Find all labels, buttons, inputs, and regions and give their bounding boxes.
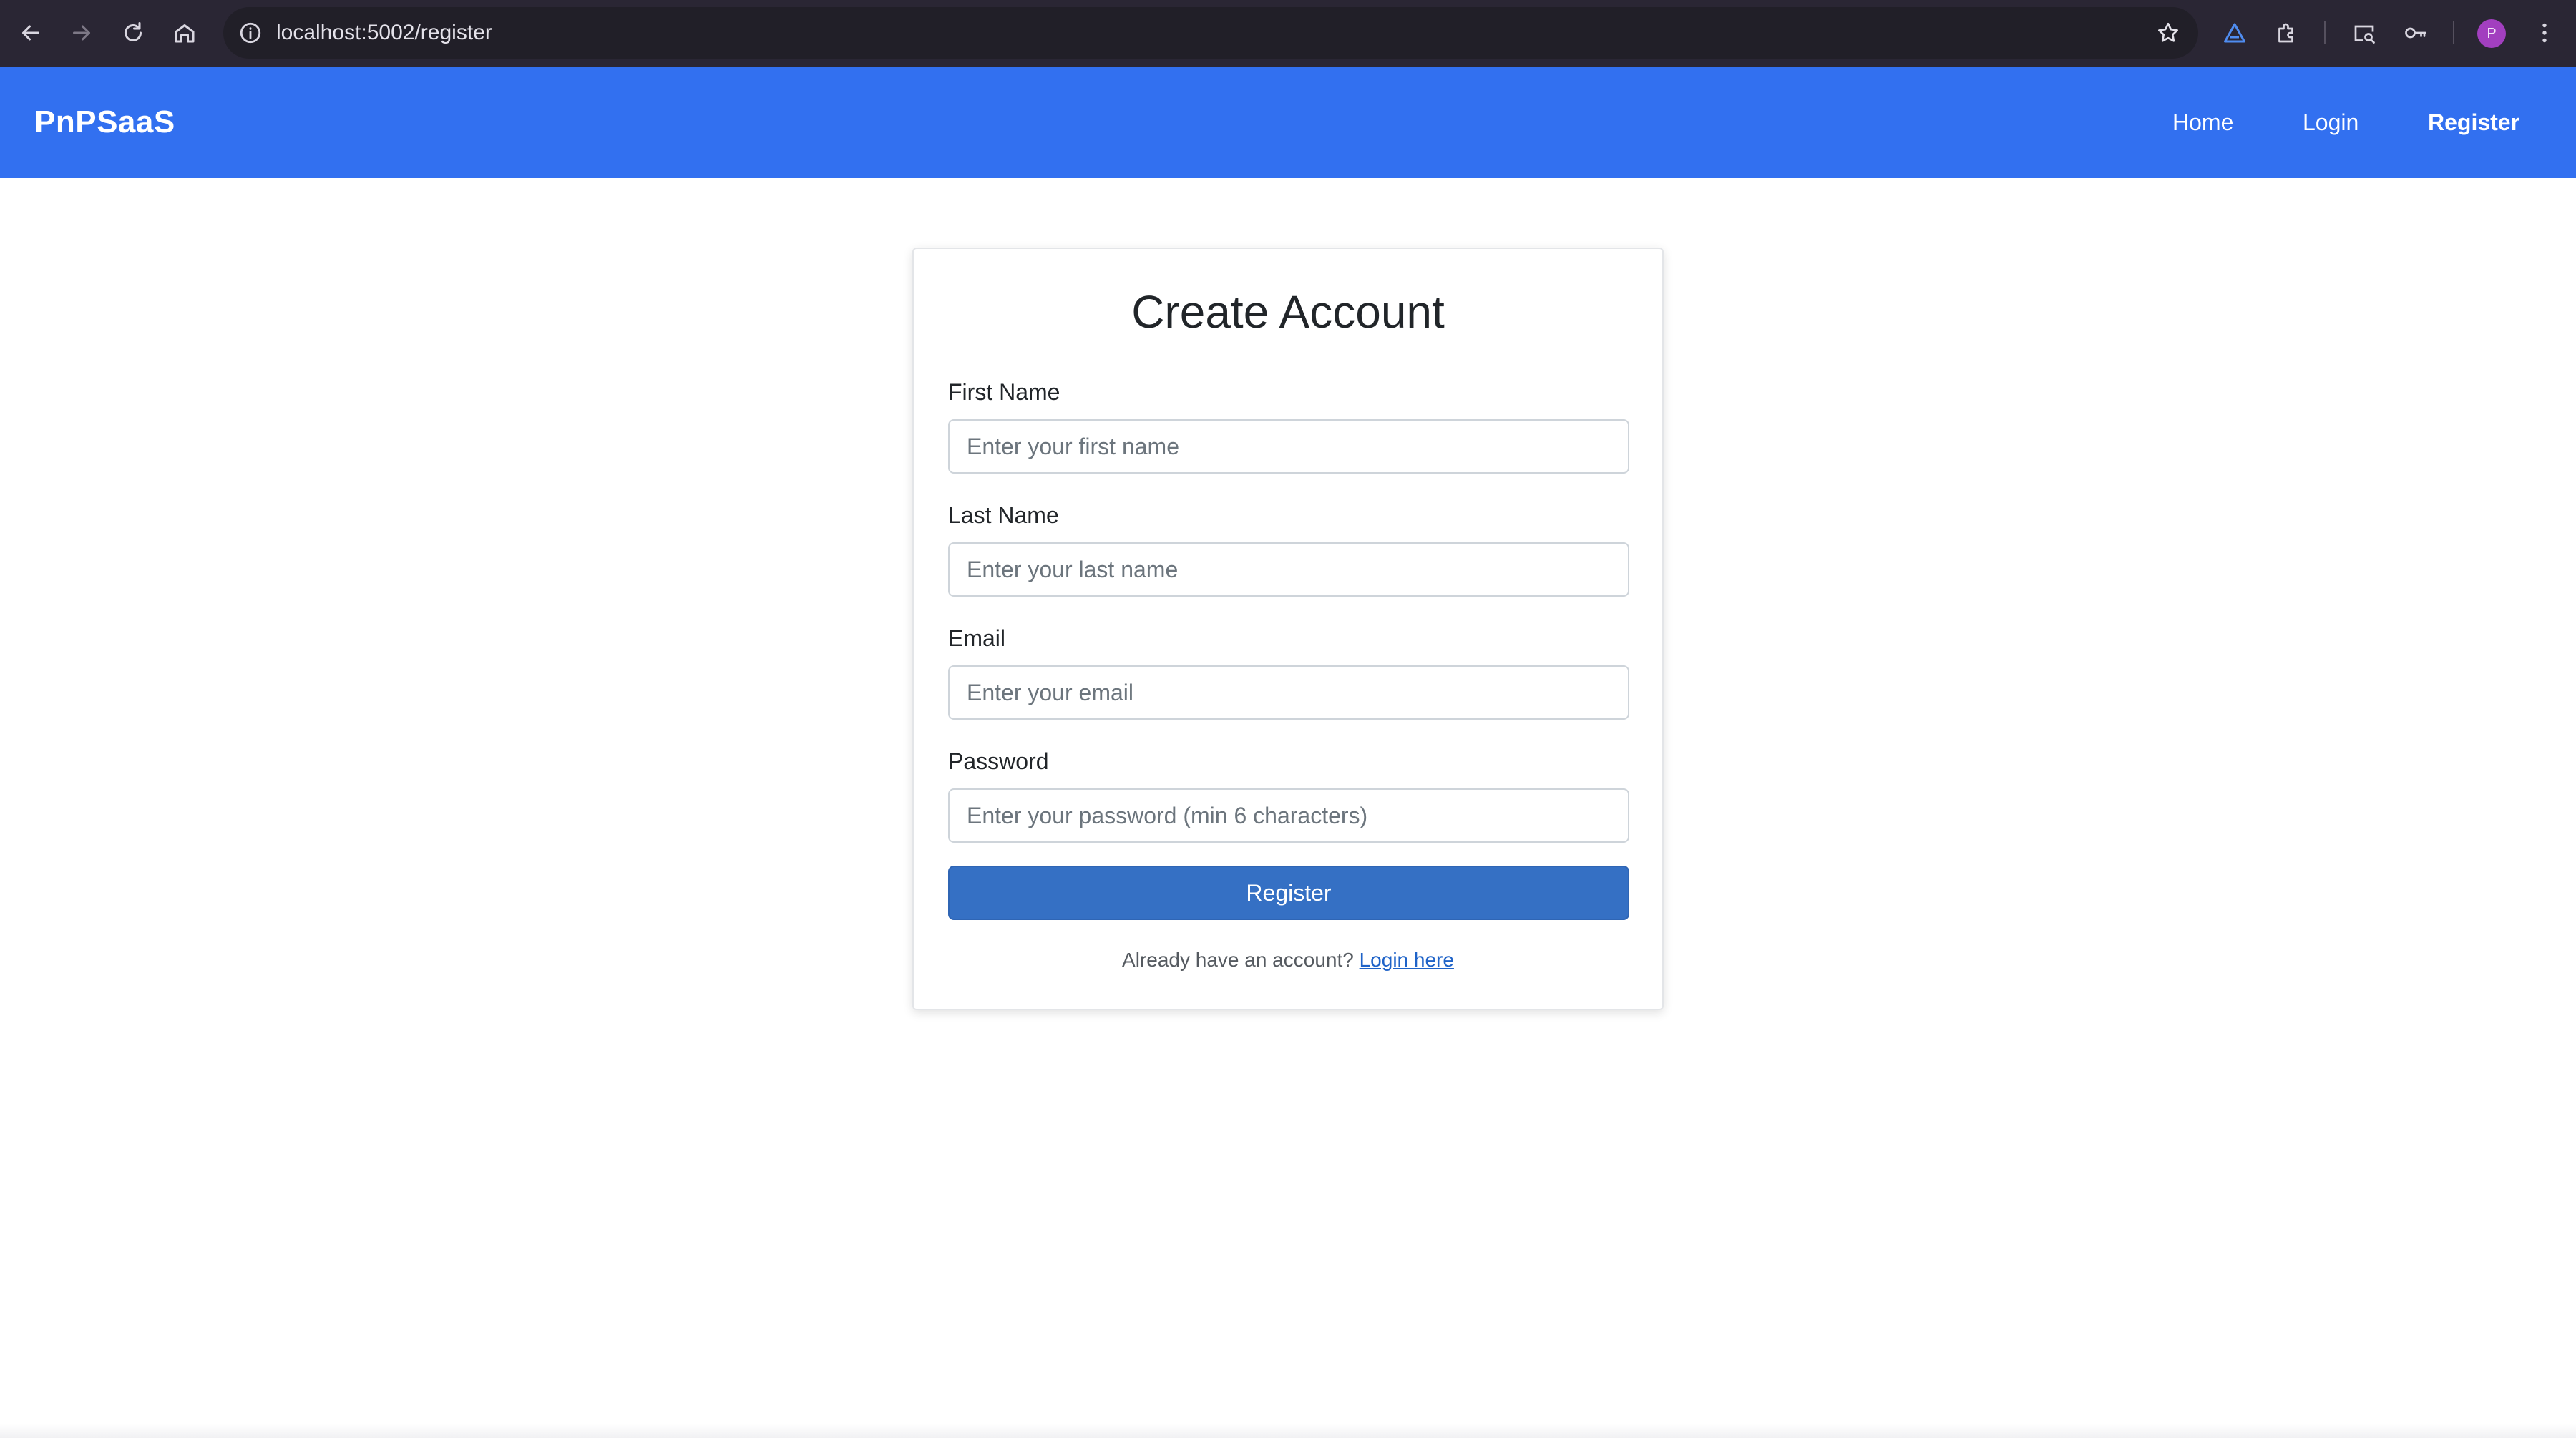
tab-search-icon xyxy=(2354,25,2375,44)
reload-button[interactable] xyxy=(113,13,153,53)
password-key-icon xyxy=(2405,27,2426,39)
url-text[interactable]: localhost:5002/register xyxy=(276,7,492,59)
address-bar[interactable]: localhost:5002/register xyxy=(223,7,2198,59)
login-here-link[interactable]: Login here xyxy=(1360,949,1454,971)
bookmark-button[interactable] xyxy=(2152,17,2184,49)
extension-triangle-icon xyxy=(2224,23,2245,43)
brand-logo[interactable]: PnPSaaS xyxy=(34,67,175,178)
forward-icon xyxy=(73,25,90,41)
first-name-label: First Name xyxy=(948,379,1060,405)
home-icon xyxy=(175,24,195,43)
bookmark-star-icon xyxy=(2158,22,2178,42)
forward-button[interactable] xyxy=(62,13,102,53)
register-button[interactable]: Register xyxy=(948,866,1629,920)
extension-button[interactable] xyxy=(2216,14,2253,52)
login-prompt-text: Already have an account? xyxy=(1122,949,1354,971)
browser-toolbar: localhost:5002/register P xyxy=(0,0,2576,67)
nav-login-link[interactable]: Login xyxy=(2303,67,2358,178)
window-bottom-edge xyxy=(0,1424,2576,1438)
back-icon xyxy=(22,25,39,41)
site-info-icon xyxy=(240,22,261,44)
toolbar-divider xyxy=(2453,21,2454,44)
browser-menu-button[interactable] xyxy=(2526,14,2563,52)
menu-kebab-icon xyxy=(2542,23,2547,43)
site-info-button[interactable] xyxy=(235,17,266,49)
nav-home-link[interactable]: Home xyxy=(2172,67,2233,178)
password-label: Password xyxy=(948,748,1049,774)
page-title: Create Account xyxy=(1131,286,1445,338)
profile-avatar[interactable]: P xyxy=(2477,19,2506,48)
register-card: Create Account First Name Last Name Emai… xyxy=(912,248,1664,1010)
screen: localhost:5002/register P PnPSaaS Home L… xyxy=(0,0,2576,1438)
last-name-label: Last Name xyxy=(948,502,1059,528)
home-button[interactable] xyxy=(165,13,205,53)
email-label: Email xyxy=(948,625,1006,651)
login-prompt: Already have an account? Login here xyxy=(914,947,1662,973)
extensions-button[interactable] xyxy=(2268,14,2306,52)
nav-register-link[interactable]: Register xyxy=(2428,67,2519,178)
tab-search-button[interactable] xyxy=(2346,14,2383,52)
toolbar-divider xyxy=(2324,21,2326,44)
last-name-input[interactable] xyxy=(948,542,1629,597)
site-navbar: PnPSaaS Home Login Register xyxy=(0,67,2576,178)
extensions-puzzle-icon xyxy=(2278,23,2293,43)
email-input[interactable] xyxy=(948,665,1629,720)
back-button[interactable] xyxy=(11,13,51,53)
password-manager-button[interactable] xyxy=(2397,14,2434,52)
first-name-input[interactable] xyxy=(948,419,1629,474)
password-input[interactable] xyxy=(948,788,1629,843)
reload-icon xyxy=(125,22,142,41)
